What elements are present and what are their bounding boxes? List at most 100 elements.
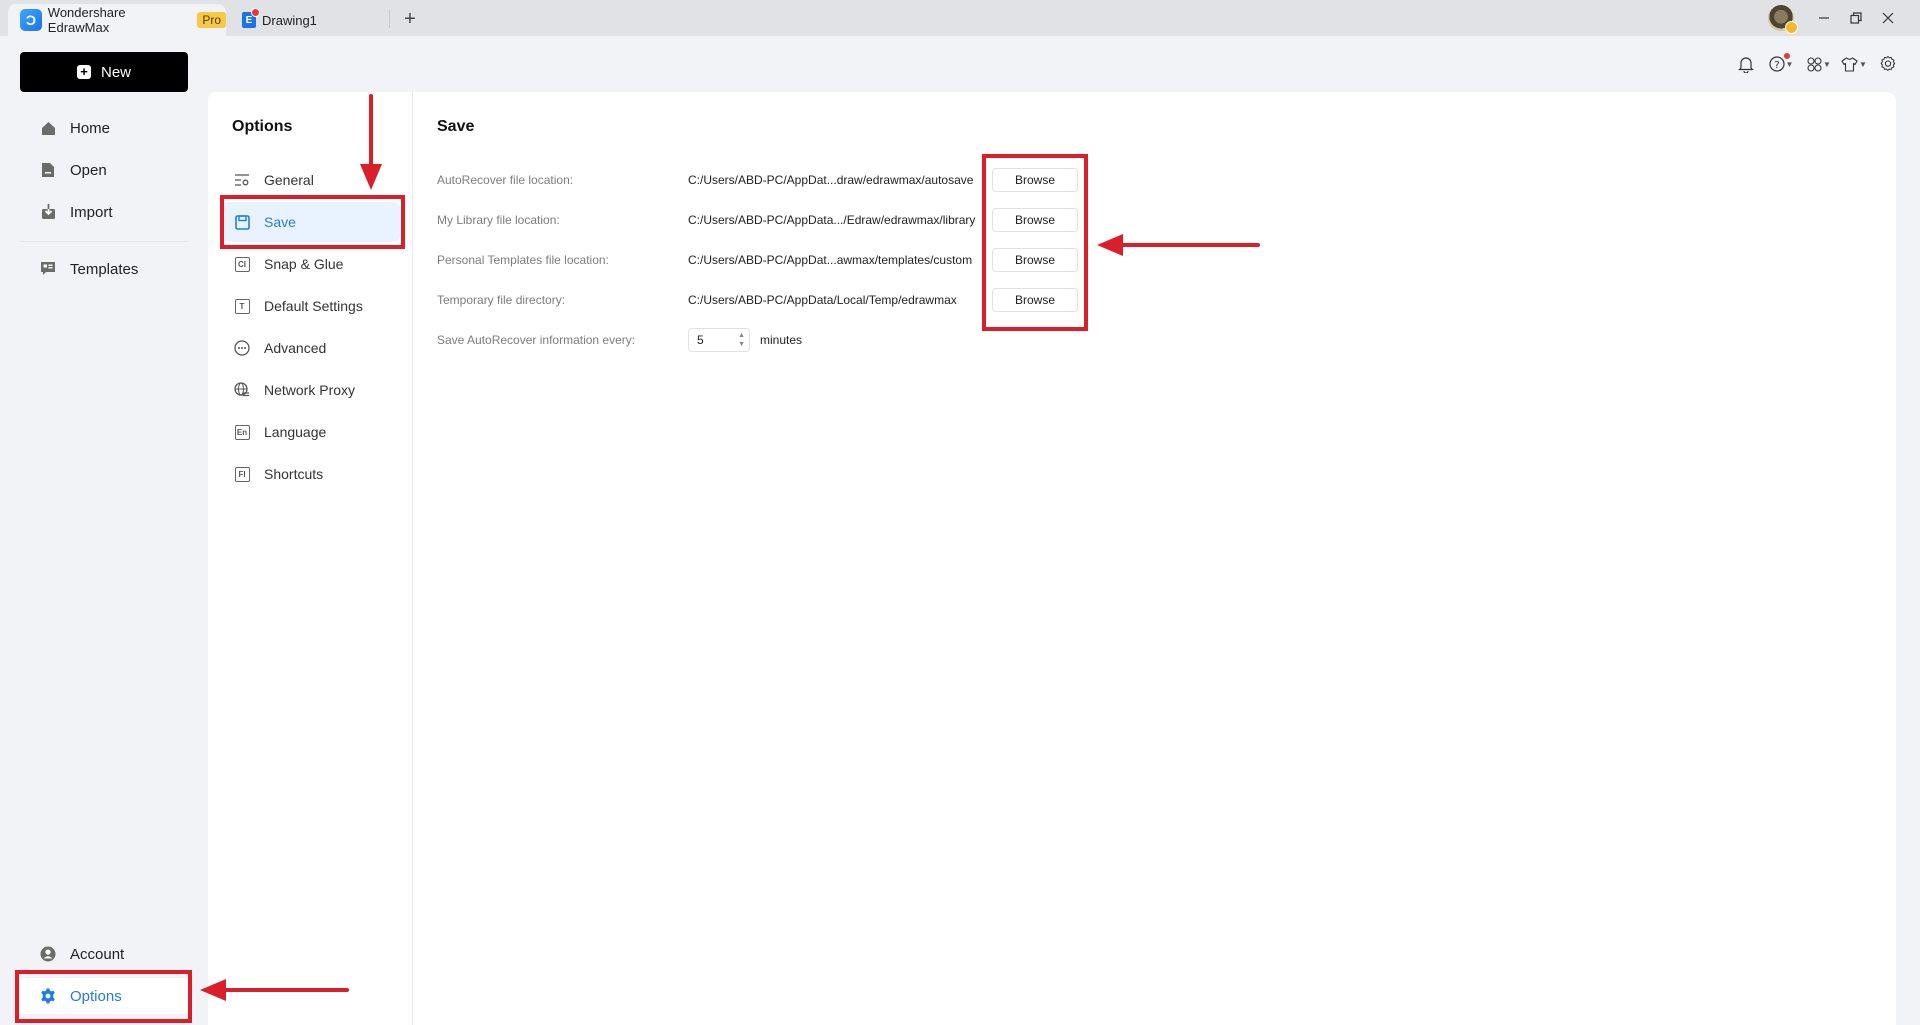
sidebar-item-home[interactable]: Home	[20, 110, 188, 146]
options-item-save[interactable]: Save	[222, 202, 400, 242]
edrawmax-logo-icon: Ɔ	[20, 9, 42, 31]
chevron-down-icon[interactable]: ▼	[738, 340, 745, 349]
chevron-up-icon[interactable]: ▲	[738, 331, 745, 340]
sidebar-item-label: Import	[70, 203, 113, 221]
chevron-down-icon: ▼	[1785, 59, 1794, 69]
sidebar-item-label: Open	[70, 161, 107, 179]
sidebar-item-open[interactable]: Open	[20, 152, 188, 188]
minimize-button[interactable]	[1812, 6, 1836, 30]
annotation-arrowhead	[1097, 234, 1123, 256]
browse-templates-button[interactable]: Browse	[992, 248, 1078, 272]
annotation-arrow-down	[369, 94, 373, 174]
options-item-label: Default Settings	[264, 298, 363, 314]
annotation-arrow-left-options	[222, 988, 349, 992]
sidebar-item-import[interactable]: Import	[20, 194, 188, 230]
templates-icon	[40, 261, 56, 277]
new-button-label: New	[100, 63, 131, 81]
tab-separator	[389, 10, 390, 28]
pro-badge: Pro	[197, 12, 226, 28]
autorecover-minutes-stepper[interactable]: ▲ ▼	[688, 328, 750, 352]
new-tab-button[interactable]: +	[400, 6, 420, 32]
options-item-label: Shortcuts	[264, 466, 324, 482]
setting-label: Save AutoRecover information every:	[437, 333, 636, 347]
browse-library-button[interactable]: Browse	[992, 208, 1078, 232]
minimize-icon	[1819, 17, 1829, 19]
shortcuts-icon: FI	[234, 466, 250, 482]
options-title: Options	[232, 118, 293, 135]
setting-label: Temporary file directory:	[437, 293, 566, 307]
browse-autorecover-button[interactable]: Browse	[992, 168, 1078, 192]
tab-edrawmax-home[interactable]: Ɔ Wondershare EdrawMax Pro	[8, 4, 226, 36]
options-item-label: Network Proxy	[264, 382, 356, 398]
settings-button[interactable]	[1878, 52, 1898, 76]
options-item-label: Snap & Glue	[264, 256, 344, 272]
options-item-network-proxy[interactable]: Network Proxy	[222, 370, 400, 410]
language-icon: En	[234, 424, 250, 440]
sidebar-item-account[interactable]: Account	[20, 936, 188, 972]
section-title: Save	[437, 118, 475, 135]
save-settings-panel: Save AutoRecover file location: C:/Users…	[413, 92, 1896, 1025]
title-bar: Ɔ Wondershare EdrawMax Pro E Drawing1 +	[0, 0, 1920, 36]
general-settings-icon	[234, 172, 250, 188]
options-menu-panel: Options General Save CI Snap & Glue T De…	[208, 92, 413, 1025]
setting-row-autorecover-location: AutoRecover file location: C:/Users/ABD-…	[437, 166, 1137, 194]
annotation-arrowhead	[360, 164, 382, 190]
apps-button[interactable]: ▼	[1806, 52, 1832, 76]
notification-dot	[1784, 53, 1790, 59]
help-icon: ?	[1768, 56, 1785, 72]
setting-row-temp-directory: Temporary file directory: C:/Users/ABD-P…	[437, 286, 1137, 314]
save-disk-icon	[234, 214, 250, 230]
chevron-down-icon: ▼	[1859, 59, 1867, 69]
options-item-label: Save	[264, 214, 296, 230]
plus-icon: +	[76, 65, 91, 79]
tab-drawing1[interactable]: E Drawing1	[236, 4, 386, 36]
options-item-advanced[interactable]: Advanced	[222, 328, 400, 368]
help-button[interactable]: ? ▼	[1766, 52, 1796, 76]
setting-label: Personal Templates file location:	[437, 253, 609, 267]
path-value: C:/Users/ABD-PC/AppData.../Edraw/edrawma…	[688, 213, 976, 227]
document-icon: E	[242, 8, 260, 28]
options-item-language[interactable]: En Language	[222, 412, 400, 452]
home-icon	[40, 120, 56, 136]
sidebar-item-label: Options	[70, 987, 122, 1005]
user-avatar[interactable]	[1768, 5, 1798, 34]
notifications-button[interactable]	[1735, 52, 1757, 76]
advanced-icon	[234, 340, 250, 356]
setting-row-templates-location: Personal Templates file location: C:/Use…	[437, 246, 1137, 274]
options-item-label: General	[264, 172, 314, 188]
setting-label: My Library file location:	[437, 213, 560, 227]
browse-temp-button[interactable]: Browse	[992, 288, 1078, 312]
path-value: C:/Users/ABD-PC/AppData/Local/Temp/edraw…	[688, 293, 957, 307]
snap-glue-icon: CI	[234, 256, 250, 272]
options-item-shortcuts[interactable]: FI Shortcuts	[222, 454, 400, 494]
unit-label: minutes	[760, 333, 803, 347]
close-icon	[1882, 12, 1894, 24]
autorecover-minutes-input[interactable]	[697, 333, 731, 347]
theme-button[interactable]: ▼	[1840, 52, 1868, 76]
open-file-icon	[40, 162, 56, 178]
svg-text:?: ?	[1774, 60, 1779, 71]
chevron-down-icon: ▼	[1823, 59, 1831, 69]
setting-row-autorecover-interval: Save AutoRecover information every: ▲ ▼ …	[437, 326, 1137, 354]
import-icon	[40, 204, 56, 220]
bell-icon	[1738, 56, 1754, 73]
apps-icon	[1807, 56, 1822, 72]
options-item-default-settings[interactable]: T Default Settings	[222, 286, 400, 326]
close-window-button[interactable]	[1876, 6, 1900, 30]
annotation-arrowhead	[200, 979, 226, 1001]
sidebar-item-label: Home	[70, 119, 111, 137]
doc-tab-label: Drawing1	[262, 12, 317, 28]
options-item-label: Advanced	[264, 340, 327, 356]
annotation-arrow-left-browse	[1120, 243, 1260, 247]
account-icon	[40, 946, 56, 962]
setting-label: AutoRecover file location:	[437, 173, 574, 187]
options-item-snap-glue[interactable]: CI Snap & Glue	[222, 244, 400, 284]
sidebar-item-templates[interactable]: Templates	[20, 251, 188, 287]
theme-shirt-icon	[1841, 56, 1858, 72]
sidebar-item-options[interactable]: Options	[20, 978, 188, 1014]
new-button[interactable]: + New	[20, 52, 188, 92]
restore-button[interactable]	[1844, 6, 1868, 30]
sidebar-divider	[20, 241, 188, 242]
setting-row-library-location: My Library file location: C:/Users/ABD-P…	[437, 206, 1137, 234]
stepper-arrows[interactable]: ▲ ▼	[738, 331, 745, 349]
